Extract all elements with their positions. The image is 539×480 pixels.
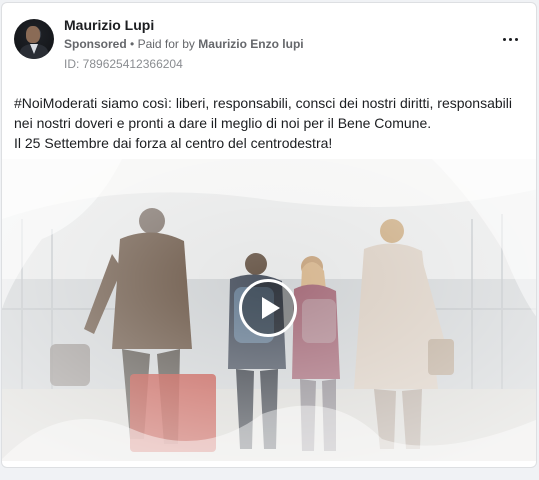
paid-for-name: Maurizio Enzo lupi xyxy=(198,37,304,51)
paid-for-prefix: Paid for by xyxy=(137,37,195,51)
sponsored-label: Sponsored xyxy=(64,37,127,51)
video-thumbnail[interactable] xyxy=(2,159,536,461)
post-header: Maurizio Lupi Sponsored • Paid for by Ma… xyxy=(2,3,536,83)
sponsored-line: Sponsored • Paid for by Maurizio Enzo lu… xyxy=(64,37,304,51)
play-icon xyxy=(262,297,280,319)
separator-dot: • xyxy=(130,37,135,51)
avatar[interactable] xyxy=(14,19,54,59)
play-button[interactable] xyxy=(239,279,297,337)
more-horizontal-icon xyxy=(502,37,518,41)
post-text-line: nei nostri doveri e pronti a dare il meg… xyxy=(14,115,432,131)
author-name[interactable]: Maurizio Lupi xyxy=(64,17,154,33)
ad-id: ID: 789625412366204 xyxy=(64,57,183,71)
post-text: #NoiModerati siamo così: liberi, respons… xyxy=(14,93,526,153)
ad-post-card: Maurizio Lupi Sponsored • Paid for by Ma… xyxy=(1,2,537,468)
more-options-button[interactable] xyxy=(498,31,522,47)
post-text-line: #NoiModerati siamo così: liberi, respons… xyxy=(14,95,512,111)
post-text-line: Il 25 Settembre dai forza al centro del … xyxy=(14,135,333,151)
